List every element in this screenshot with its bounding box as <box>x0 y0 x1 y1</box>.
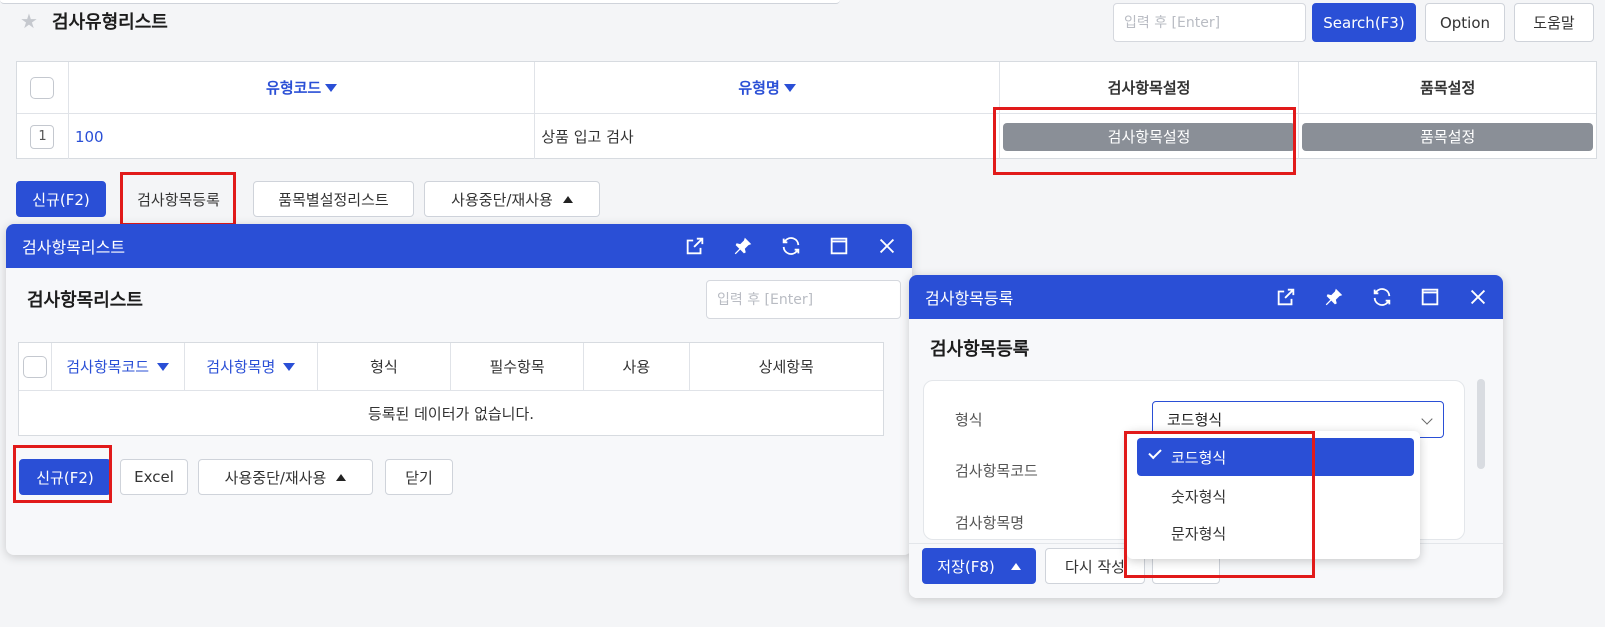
inspection-type-grid: 유형코드 유형명 검사항목설정 품목설정 1 100 상품 입고 검사 검사항목… <box>16 61 1597 159</box>
dialog-bar-title: 검사항목리스트 <box>22 238 126 257</box>
dialog-new-button[interactable]: 신규(F2) <box>19 459 111 495</box>
product-setting-cell: 품목설정 <box>1299 114 1596 159</box>
row-number-cell: 1 <box>17 114 69 159</box>
page-title: 검사유형리스트 <box>51 12 168 33</box>
dialog-title: 검사항목리스트 <box>27 290 143 311</box>
type-name-cell[interactable]: 상품 입고 검사 <box>535 114 1000 159</box>
sort-down-icon <box>157 362 170 371</box>
maximize-icon[interactable] <box>828 235 850 257</box>
new-button[interactable]: 신규(F2) <box>16 181 106 217</box>
col-detail: 상세항목 <box>758 358 814 376</box>
format-select-value: 코드형식 <box>1167 411 1223 429</box>
dialog-bar-title: 검사항목등록 <box>925 289 1014 308</box>
grid-header: 검사항목코드 검사항목명 형식 필수항목 사용 상세항목 <box>19 343 883 391</box>
close-button[interactable]: 닫기 <box>385 459 453 495</box>
dropdown-option-text[interactable]: 문자형식 <box>1137 514 1414 552</box>
form-scrollbar[interactable] <box>1477 379 1485 469</box>
search-button[interactable]: Search(F3) <box>1312 3 1416 42</box>
caret-up-icon <box>336 473 347 481</box>
excel-button[interactable]: Excel <box>120 459 188 495</box>
row-number: 1 <box>30 124 55 149</box>
top-strip <box>0 0 840 4</box>
dropdown-option-number[interactable]: 숫자형식 <box>1137 477 1414 515</box>
close-icon[interactable] <box>1467 286 1489 308</box>
table-row[interactable]: 1 100 상품 입고 검사 검사항목설정 품목설정 <box>17 114 1596 159</box>
external-link-icon[interactable] <box>684 235 706 257</box>
refresh-icon[interactable] <box>1371 286 1393 308</box>
chevron-down-icon <box>1421 413 1433 425</box>
close-icon[interactable] <box>876 235 898 257</box>
select-all-cell <box>17 62 69 113</box>
pin-icon[interactable] <box>1323 286 1345 308</box>
caret-up-icon <box>562 195 573 203</box>
option-button[interactable]: Option <box>1425 3 1505 42</box>
col-type-code[interactable]: 유형코드 <box>69 62 536 113</box>
item-list-dialog: 검사항목리스트 검사항목리스트 검사항목코드 검사항목명 형식 필수항목 사용 … <box>6 224 912 555</box>
dialog-titlebar[interactable]: 검사항목리스트 <box>6 224 912 268</box>
format-dropdown-menu: 코드형식 숫자형식 문자형식 <box>1127 431 1420 559</box>
col-item-setting: 검사항목설정 <box>1000 62 1300 113</box>
external-link-icon[interactable] <box>1275 286 1297 308</box>
type-code-cell[interactable]: 100 <box>69 114 536 159</box>
dialog-search-input[interactable] <box>706 280 901 319</box>
by-product-list-button[interactable]: 품목별설정리스트 <box>253 181 414 217</box>
select-all-checkbox[interactable] <box>22 355 47 378</box>
register-items-button[interactable]: 검사항목등록 <box>121 181 236 217</box>
item-list-grid: 검사항목코드 검사항목명 형식 필수항목 사용 상세항목 등록된 데이터가 없습… <box>18 342 884 436</box>
select-all-checkbox[interactable] <box>30 76 55 99</box>
dialog-titlebar[interactable]: 검사항목등록 <box>909 275 1503 319</box>
sort-down-icon <box>325 83 338 92</box>
format-label: 형식 <box>955 411 983 429</box>
sort-down-icon <box>283 362 296 371</box>
maximize-icon[interactable] <box>1419 286 1441 308</box>
page-header: ★ 검사유형리스트 <box>20 6 168 36</box>
save-button[interactable]: 저장(F8) <box>922 548 1036 584</box>
dialog-controls <box>684 224 898 268</box>
col-item-name[interactable]: 검사항목명 <box>185 343 318 390</box>
sort-down-icon <box>783 83 796 92</box>
suspend-reuse-button[interactable]: 사용중단/재사용 <box>424 181 600 217</box>
empty-message: 등록된 데이터가 없습니다. <box>367 405 535 423</box>
dialog-suspend-reuse-button[interactable]: 사용중단/재사용 <box>198 459 373 495</box>
caret-up-icon <box>1010 562 1021 570</box>
item-code-label: 검사항목코드 <box>955 462 1038 480</box>
col-format: 형식 <box>318 343 452 390</box>
check-icon <box>1148 445 1162 460</box>
col-use: 사용 <box>584 343 690 390</box>
grid-header: 유형코드 유형명 검사항목설정 품목설정 <box>17 62 1596 114</box>
product-setting-button[interactable]: 품목설정 <box>1302 122 1594 151</box>
item-setting-button[interactable]: 검사항목설정 <box>1002 122 1296 151</box>
item-setting-cell: 검사항목설정 <box>1000 114 1300 159</box>
help-button[interactable]: 도움말 <box>1514 3 1594 42</box>
dropdown-option-code[interactable]: 코드형식 <box>1137 438 1414 476</box>
pin-icon[interactable] <box>732 235 754 257</box>
col-product-setting: 품목설정 <box>1420 79 1476 97</box>
dialog-title: 검사항목등록 <box>930 339 1030 360</box>
search-input[interactable] <box>1113 3 1306 42</box>
refresh-icon[interactable] <box>780 235 802 257</box>
col-item-code[interactable]: 검사항목코드 <box>52 343 185 390</box>
star-icon[interactable]: ★ <box>20 9 38 33</box>
dialog-controls <box>1275 275 1489 319</box>
select-all-cell <box>19 343 52 390</box>
col-type-name[interactable]: 유형명 <box>535 62 1000 113</box>
item-name-label: 검사항목명 <box>955 514 1025 532</box>
col-required: 필수항목 <box>451 343 585 390</box>
